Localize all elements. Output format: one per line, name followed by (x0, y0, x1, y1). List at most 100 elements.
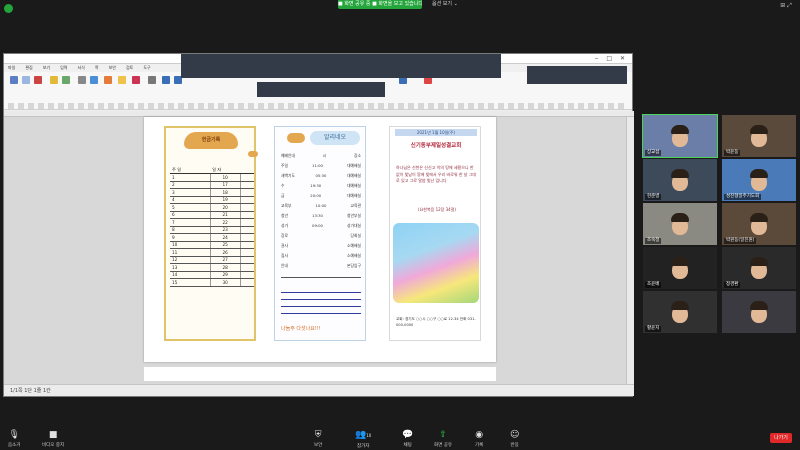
table-row: 1 10 (170, 173, 254, 182)
table-row: 11 26 (170, 248, 254, 257)
notice-cell: 성가 (281, 223, 288, 228)
notice-cell: 장로 (281, 233, 288, 238)
participants-icon: 👥10 (355, 430, 372, 440)
notice-cell: 예배안내 (281, 153, 295, 158)
participant-tile[interactable]: 조윤배 (643, 247, 717, 289)
window-controls[interactable]: ⊞ ⤢ (780, 2, 792, 10)
menu-item[interactable]: 검토 (126, 65, 133, 71)
table-row: 6 21 (170, 211, 254, 219)
participant-tile[interactable] (722, 291, 796, 333)
divider (281, 306, 361, 307)
participant-name: 조숙정 (645, 238, 662, 244)
table-cell: 6 (170, 211, 211, 219)
notice-row: 안내 본당입구 (281, 263, 361, 269)
notice-cell: 10:00 (315, 203, 327, 208)
participant-name: 황윤지 (645, 326, 662, 332)
participant-tile[interactable]: 조숙정 (643, 203, 717, 245)
notice-cell: 집사 (281, 253, 288, 258)
table-cell (240, 173, 254, 182)
chat-button[interactable]: 💬 채팅 (402, 430, 413, 448)
paragraph-icon[interactable] (148, 76, 156, 84)
cut-icon[interactable] (34, 76, 42, 84)
security-shield-icon[interactable] (4, 4, 13, 13)
participant-tile[interactable]: 현준병 (643, 159, 717, 201)
table-cell: 8 (170, 226, 211, 234)
table-cell (240, 203, 254, 212)
document-area[interactable]: 헌금기록 주 일일 자 1 10 2 17 3 18 4 19 5 20 6 21 7 22 8 23 9 24 1… (4, 111, 634, 386)
table-row: 13 28 (170, 263, 254, 272)
next-page[interactable] (144, 367, 496, 381)
table-cell (240, 256, 254, 264)
layout-icon[interactable] (162, 76, 170, 84)
security-button[interactable]: ⛨ 보안 (314, 430, 322, 448)
notice-cell: 소예배실 (347, 253, 361, 258)
mute-button[interactable]: 🎙 음소거 (8, 430, 20, 448)
view-options-button[interactable]: 옵션 보기 ⌄ (432, 1, 458, 8)
table-cell (240, 263, 254, 272)
format-icon[interactable] (50, 76, 58, 84)
notice-cell: 새벽기도 (281, 173, 295, 178)
shape-icon[interactable] (104, 76, 112, 84)
participant-tile[interactable]: 상교섭 (642, 114, 718, 158)
notice-row: 성가 09:00 성가대실 (281, 223, 361, 229)
participant-tile[interactable]: 박원동(일진원) (722, 203, 796, 245)
table-cell (240, 278, 254, 287)
menu-item[interactable]: 쪽 (95, 65, 99, 71)
notice-cell: 장소 (353, 153, 361, 158)
participant-tile[interactable]: 정경환 (722, 247, 796, 289)
vertical-scrollbar[interactable] (626, 117, 634, 386)
notice-cell: 대예배실 (347, 163, 361, 168)
menu-item[interactable]: 보기 (43, 65, 50, 71)
stop-video-button[interactable]: ■ 비디오 중지 (42, 430, 64, 448)
menu-item[interactable]: 입력 (60, 65, 67, 71)
document-page[interactable]: 헌금기록 주 일일 자 1 10 2 17 3 18 4 19 5 20 6 21 7 22 8 23 9 24 1… (144, 117, 496, 362)
divider (281, 277, 361, 278)
formatting-toolbar[interactable] (8, 103, 628, 109)
lightbulb-icon[interactable] (118, 76, 126, 84)
participant-tile[interactable]: 황윤지 (643, 291, 717, 333)
copy-icon[interactable] (22, 76, 30, 84)
participants-button[interactable]: 👥10 참가자 (355, 430, 371, 449)
table-cell: 29 (209, 271, 241, 279)
table-row: 8 23 (170, 226, 254, 234)
table-icon[interactable] (78, 76, 86, 84)
app-window-controls[interactable]: ‒ □ ✕ (595, 55, 628, 62)
menu-item[interactable]: 파일 (8, 65, 15, 71)
notice-cell: 19:30 (310, 183, 322, 188)
table-row: 7 22 (170, 218, 254, 227)
record-button[interactable]: ◉ 기록 (475, 430, 483, 448)
notice-cell: 청년 (281, 213, 288, 218)
table-cell: 24 (209, 233, 241, 242)
participant-name: 정경환 (724, 282, 741, 288)
menu-item[interactable]: 서식 (78, 65, 85, 71)
paste-icon[interactable] (10, 76, 18, 84)
table-row: 10 25 (170, 241, 254, 249)
table-cell (240, 211, 254, 219)
notice-cell: 교육부 (281, 203, 292, 208)
menu-item[interactable]: 편집 (25, 65, 32, 71)
redaction-block (527, 66, 627, 84)
share-screen-button[interactable]: ⇧ 화면 공유 (434, 430, 452, 448)
style-icon[interactable] (62, 76, 70, 84)
church-contact: 교회: 경기도 ○○시 ○○구 ○○로 12-34 전화 031-000-000… (396, 317, 476, 327)
notice-panel: 알리네오 예배안내 시 장소 주일 11:00 대예배실 새벽기도 05:30 대예배실 수 19:… (274, 126, 366, 341)
menu-item[interactable]: 보안 (109, 65, 116, 71)
bread-decoration (248, 151, 258, 157)
table-cell: 12 (170, 256, 211, 264)
participant-video (750, 169, 768, 178)
participant-tile[interactable]: 성진형일주기도회 (722, 159, 796, 201)
table-cell (240, 181, 254, 189)
menu-item[interactable]: 도구 (143, 65, 150, 71)
reactions-button[interactable]: ☺ 반응 (510, 430, 519, 448)
participant-tile[interactable]: 박윤동 (722, 115, 796, 157)
notice-cell: 대예배실 (347, 183, 361, 188)
leave-button[interactable]: 나가기 (770, 433, 792, 443)
font-color-icon[interactable] (132, 76, 140, 84)
participant-video (750, 301, 768, 310)
notice-row: 집사 소예배실 (281, 253, 361, 259)
table-cell (240, 226, 254, 234)
notice-cell: 20:00 (310, 193, 322, 198)
divider (281, 299, 361, 300)
table-cell: 17 (209, 181, 241, 189)
image-icon[interactable] (90, 76, 98, 84)
